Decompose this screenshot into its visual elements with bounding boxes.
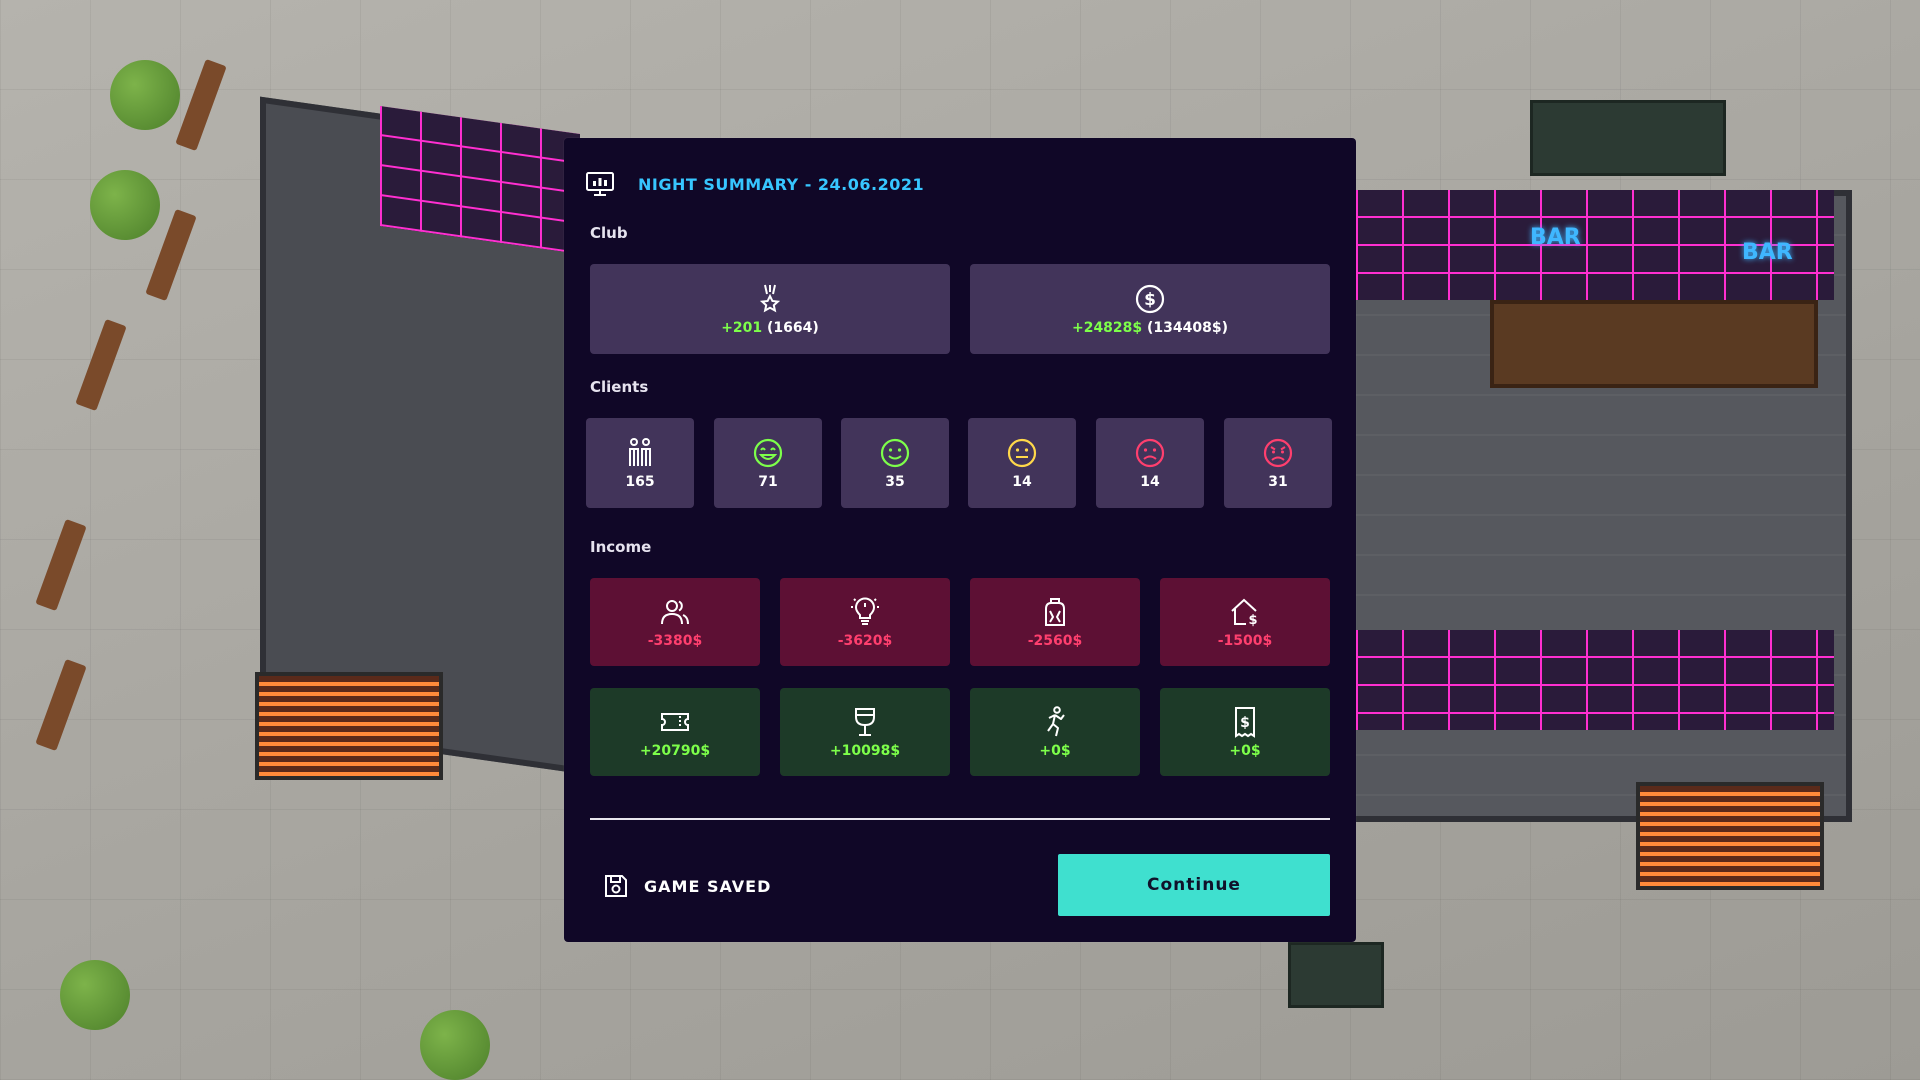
tree bbox=[60, 960, 130, 1030]
money-delta: +24828$ bbox=[1071, 320, 1143, 336]
very-happy-face-icon bbox=[753, 438, 783, 468]
clients-very-happy-card: 71 bbox=[714, 418, 822, 508]
house-dollar-icon: $ bbox=[1231, 598, 1258, 628]
expense-rent-value: -1500$ bbox=[1217, 633, 1273, 649]
expense-staff-card: -3380$ bbox=[590, 578, 760, 666]
continue-button[interactable]: Continue bbox=[1058, 854, 1330, 916]
tree bbox=[90, 170, 160, 240]
svg-text:$: $ bbox=[1144, 290, 1156, 310]
neutral-face-icon bbox=[1007, 438, 1037, 468]
clients-angry-value: 31 bbox=[1268, 474, 1288, 490]
monitor-icon bbox=[586, 172, 614, 196]
panel-title: NIGHT SUMMARY - 24.06.2021 bbox=[638, 174, 925, 194]
cleaning-icon bbox=[1045, 598, 1065, 626]
lightbulb-icon bbox=[851, 597, 879, 625]
staff-icon bbox=[661, 600, 689, 625]
led-panel-left bbox=[255, 672, 443, 780]
clients-happy-value: 35 bbox=[885, 474, 905, 490]
angry-face-icon bbox=[1263, 438, 1293, 468]
svg-text:$: $ bbox=[1240, 715, 1250, 731]
clients-sad-card: 14 bbox=[1096, 418, 1204, 508]
clients-neutral-card: 14 bbox=[968, 418, 1076, 508]
clients-happy-card: 35 bbox=[841, 418, 949, 508]
svg-text:$: $ bbox=[1248, 613, 1257, 628]
panel-header: NIGHT SUMMARY - 24.06.2021 bbox=[584, 166, 1336, 202]
expense-electricity-value: -3620$ bbox=[837, 633, 893, 649]
gain-other-value: +0$ bbox=[1229, 743, 1261, 759]
gain-tickets-card: +20790$ bbox=[590, 688, 760, 776]
expense-cleaning-value: -2560$ bbox=[1027, 633, 1083, 649]
sad-face-icon bbox=[1135, 438, 1165, 468]
gain-dance-card: +0$ bbox=[970, 688, 1140, 776]
clients-neutral-value: 14 bbox=[1012, 474, 1032, 490]
gain-dance-value: +0$ bbox=[1039, 743, 1071, 759]
receipt-dollar-icon: $ bbox=[1235, 707, 1255, 738]
clients-angry-card: 31 bbox=[1224, 418, 1332, 508]
tree bbox=[420, 1010, 490, 1080]
income-section-label: Income bbox=[590, 538, 652, 556]
tree bbox=[110, 60, 180, 130]
happy-face-icon bbox=[880, 438, 910, 468]
gain-drinks-value: +10098$ bbox=[829, 743, 901, 759]
people-icon bbox=[629, 438, 651, 466]
clients-total-value: 165 bbox=[625, 474, 655, 490]
money-value: +24828$ (134408$) bbox=[1072, 320, 1228, 336]
expense-staff-value: -3380$ bbox=[647, 633, 703, 649]
gain-other-card: $ +0$ bbox=[1160, 688, 1330, 776]
ticket-icon bbox=[661, 713, 689, 731]
reputation-delta: +201 bbox=[721, 320, 763, 336]
clients-very-happy-value: 71 bbox=[758, 474, 778, 490]
gain-drinks-card: +10098$ bbox=[780, 688, 950, 776]
reputation-value: +201 (1664) bbox=[721, 320, 819, 336]
bar-neon-sign-2: BAR bbox=[1742, 240, 1793, 265]
expense-cleaning-card: -2560$ bbox=[970, 578, 1140, 666]
dancer-icon bbox=[1047, 706, 1065, 737]
clients-section-label: Clients bbox=[590, 378, 649, 396]
bar-neon-sign: BAR bbox=[1530, 225, 1581, 250]
utility-box bbox=[1288, 942, 1384, 1008]
expense-electricity-card: -3620$ bbox=[780, 578, 950, 666]
reputation-total: (1664) bbox=[767, 320, 819, 336]
expense-rent-card: $ -1500$ bbox=[1160, 578, 1330, 666]
medal-icon bbox=[759, 284, 781, 313]
clients-sad-value: 14 bbox=[1140, 474, 1160, 490]
gain-tickets-value: +20790$ bbox=[639, 743, 711, 759]
drink-glass-icon bbox=[855, 708, 875, 736]
led-panel-right bbox=[1636, 782, 1824, 890]
club-section-label: Club bbox=[590, 224, 628, 242]
reputation-card: +201 (1664) bbox=[590, 264, 950, 354]
night-summary-panel: NIGHT SUMMARY - 24.06.2021 Club +201 (16… bbox=[564, 138, 1356, 942]
footer-divider bbox=[590, 818, 1330, 820]
game-saved-indicator: GAME SAVED bbox=[602, 872, 771, 900]
clients-total-card: 165 bbox=[586, 418, 694, 508]
game-saved-text: GAME SAVED bbox=[644, 876, 772, 896]
dollar-coin-icon: $ bbox=[1135, 284, 1165, 314]
bar-counter bbox=[1490, 300, 1818, 388]
dumpster bbox=[1530, 100, 1726, 176]
money-total: (134408$) bbox=[1147, 320, 1229, 336]
neon-wall-bottom bbox=[1356, 630, 1834, 730]
money-card: $ +24828$ (134408$) bbox=[970, 264, 1330, 354]
save-disk-icon bbox=[605, 875, 627, 897]
